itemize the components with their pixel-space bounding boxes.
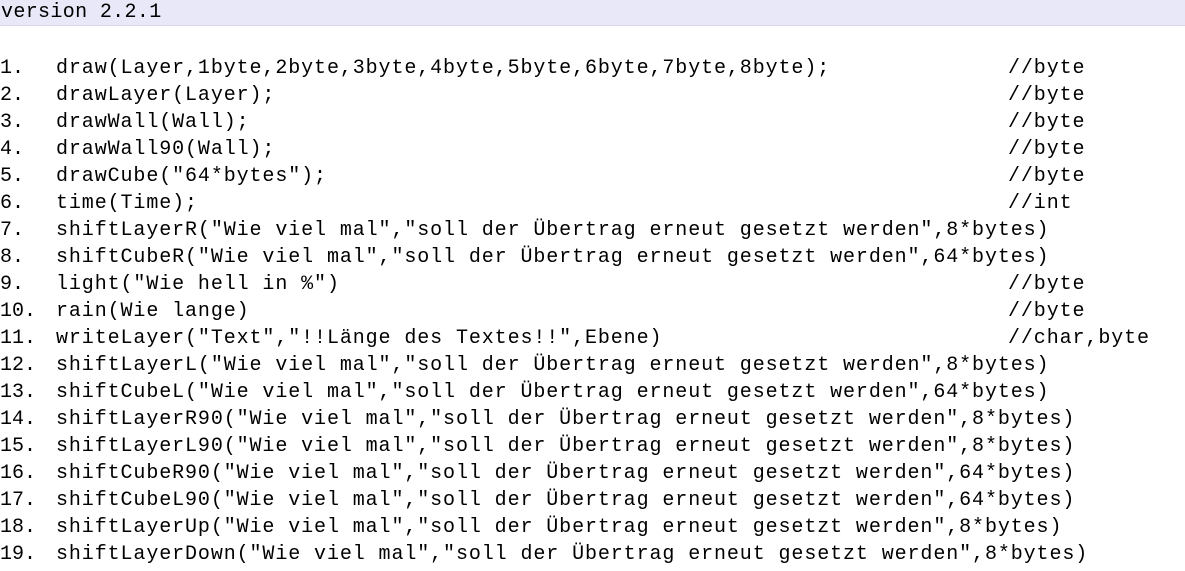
code-line: 3. drawWall(Wall); //byte: [0, 109, 1185, 136]
version-label: version 2.2.1: [1, 1, 162, 24]
code-line: 6. time(Time); //int: [0, 190, 1185, 217]
line-code: shiftLayerL90("Wie viel mal","soll der Ü…: [56, 435, 1076, 458]
line-number: 18.: [0, 516, 37, 539]
line-code: shiftLayerL("Wie viel mal","soll der Übe…: [56, 354, 1050, 377]
line-comment: //byte: [1008, 138, 1086, 161]
line-comment: //byte: [1008, 111, 1086, 134]
line-code: drawWall(Wall);: [56, 111, 250, 134]
line-code: drawLayer(Layer);: [56, 84, 276, 107]
line-code: shiftLayerDown("Wie viel mal","soll der …: [56, 543, 1089, 566]
line-code: shiftCubeL("Wie viel mal","soll der Über…: [56, 381, 1050, 404]
code-line: 16. shiftCubeR90("Wie viel mal","soll der…: [0, 460, 1185, 487]
code-line: 14. shiftLayerR90("Wie viel mal","soll de…: [0, 406, 1185, 433]
line-number: 5.: [0, 165, 25, 188]
line-number: 1.: [0, 57, 25, 80]
line-number: 6.: [0, 192, 25, 215]
line-code: rain(Wie lange): [56, 300, 250, 323]
line-code: time(Time);: [56, 192, 198, 215]
line-code: light("Wie hell in %"): [56, 273, 340, 296]
code-line: 2. drawLayer(Layer); //byte: [0, 82, 1185, 109]
code-line: 15. shiftLayerL90("Wie viel mal","soll de…: [0, 433, 1185, 460]
code-line: 5. drawCube("64*bytes"); //byte: [0, 163, 1185, 190]
line-code: shiftCubeL90("Wie viel mal","soll der Üb…: [56, 489, 1076, 512]
line-code: drawWall90(Wall);: [56, 138, 276, 161]
line-code: shiftLayerR90("Wie viel mal","soll der Ü…: [56, 408, 1076, 431]
line-comment: //byte: [1008, 57, 1086, 80]
line-number: 4.: [0, 138, 25, 161]
line-code: shiftLayerR("Wie viel mal","soll der Übe…: [56, 219, 1050, 242]
line-code: drawCube("64*bytes");: [56, 165, 327, 188]
code-line: 1. draw(Layer,1byte,2byte,3byte,4byte,5by…: [0, 55, 1185, 82]
version-header: version 2.2.1: [0, 0, 1185, 26]
line-number: 19.: [0, 543, 37, 566]
line-code: shiftCubeR90("Wie viel mal","soll der Üb…: [56, 462, 1076, 485]
line-code: shiftLayerUp("Wie viel mal","soll der Üb…: [56, 516, 1063, 539]
line-number: 2.: [0, 84, 25, 107]
code-line: 9. light("Wie hell in %") //byte: [0, 271, 1185, 298]
code-line: 8. shiftCubeR("Wie viel mal","soll der Üb…: [0, 244, 1185, 271]
line-comment: //int: [1008, 192, 1073, 215]
code-line: 7. shiftLayerR("Wie viel mal","soll der Ü…: [0, 217, 1185, 244]
line-number: 13.: [0, 381, 37, 404]
line-number: 9.: [0, 273, 25, 296]
code-line: 10. rain(Wie lange) //byte: [0, 298, 1185, 325]
line-number: 10.: [0, 300, 37, 323]
line-code: draw(Layer,1byte,2byte,3byte,4byte,5byte…: [56, 57, 831, 80]
line-number: 3.: [0, 111, 25, 134]
code-line: 12. shiftLayerL("Wie viel mal","soll der …: [0, 352, 1185, 379]
code-line: 13. shiftCubeL("Wie viel mal","soll der Ü…: [0, 379, 1185, 406]
line-comment: //byte: [1008, 300, 1086, 323]
line-number: 14.: [0, 408, 37, 431]
line-number: 12.: [0, 354, 37, 377]
line-number: 17.: [0, 489, 37, 512]
line-code: shiftCubeR("Wie viel mal","soll der Über…: [56, 246, 1050, 269]
line-number: 11.: [0, 327, 37, 350]
code-line: 11. writeLayer("Text","!!Länge des Textes…: [0, 325, 1185, 352]
line-comment: //byte: [1008, 165, 1086, 188]
code-listing: 1. draw(Layer,1byte,2byte,3byte,4byte,5by…: [0, 55, 1185, 568]
line-number: 8.: [0, 246, 25, 269]
line-comment: //char,byte: [1008, 327, 1150, 350]
line-number: 15.: [0, 435, 37, 458]
line-number: 7.: [0, 219, 25, 242]
line-comment: //byte: [1008, 84, 1086, 107]
code-line: 19. shiftLayerDown("Wie viel mal","soll d…: [0, 541, 1185, 568]
code-line: 18. shiftLayerUp("Wie viel mal","soll der…: [0, 514, 1185, 541]
code-line: 17. shiftCubeL90("Wie viel mal","soll der…: [0, 487, 1185, 514]
line-comment: //byte: [1008, 273, 1086, 296]
line-number: 16.: [0, 462, 37, 485]
code-line: 4. drawWall90(Wall); //byte: [0, 136, 1185, 163]
line-code: writeLayer("Text","!!Länge des Textes!!"…: [56, 327, 663, 350]
